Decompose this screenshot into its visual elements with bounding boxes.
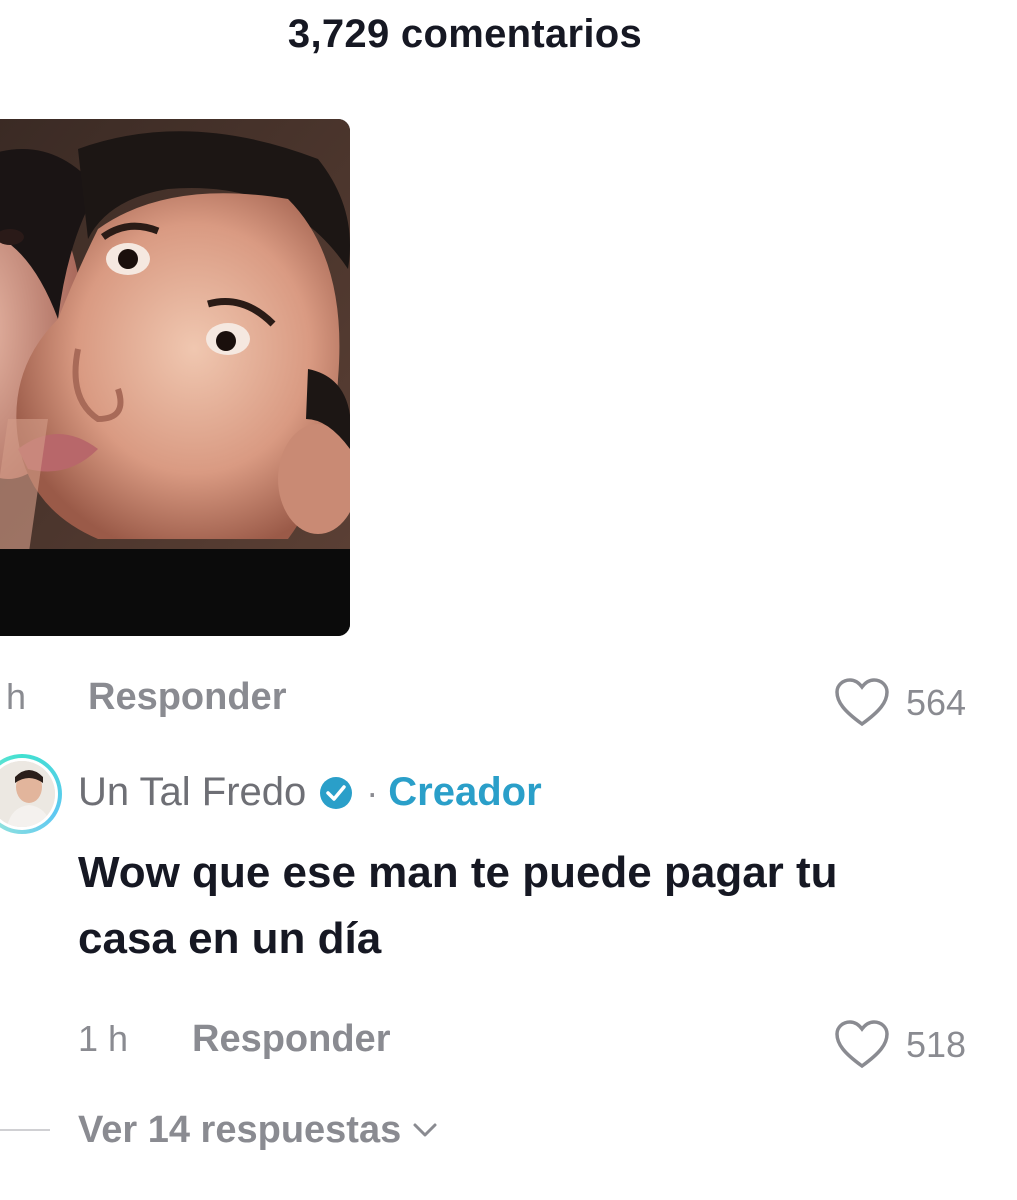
comment-actions-row: h Responder 564 [0, 676, 1017, 736]
heart-icon [835, 1020, 889, 1069]
view-replies-button[interactable]: Ver 14 respuestas [0, 1102, 600, 1158]
comment-time: h [6, 676, 27, 717]
comment-text-line-2: casa en un día [78, 914, 382, 963]
like-count-2: 518 [906, 1024, 967, 1065]
author-avatar[interactable] [0, 754, 62, 834]
heart-icon [835, 678, 889, 727]
replies-divider [0, 1129, 50, 1131]
comment-count-title: 3,729 comentarios [287, 12, 643, 56]
verified-badge-icon [318, 775, 354, 811]
reply-time: 1 h [78, 1018, 129, 1059]
creator-badge: Creador [388, 770, 542, 814]
like-count: 564 [906, 682, 967, 723]
reply-actions-row: 1 h Responder 518 [0, 1018, 1017, 1078]
like-button-2[interactable]: 518 [834, 1020, 966, 1070]
avatar-image [0, 761, 55, 827]
chevron-down-icon [411, 1120, 439, 1140]
like-button[interactable]: 564 [834, 678, 966, 728]
separator-dot: · [366, 771, 379, 813]
comment-text: Wow que ese man te puede pagar tu casa e… [78, 840, 1017, 972]
reply-button-2[interactable]: Responder [192, 1018, 390, 1061]
view-replies-label: Ver 14 respuestas [78, 1108, 402, 1151]
comment-text-line-1: Wow que ese man te puede pagar tu [78, 848, 838, 897]
photo-image [0, 119, 350, 636]
author-name[interactable]: Un Tal Fredo [78, 770, 306, 815]
author-line: Un Tal Fredo · Creador [78, 770, 542, 815]
comment-photo[interactable] [0, 119, 350, 636]
reply-button[interactable]: Responder [88, 676, 286, 719]
